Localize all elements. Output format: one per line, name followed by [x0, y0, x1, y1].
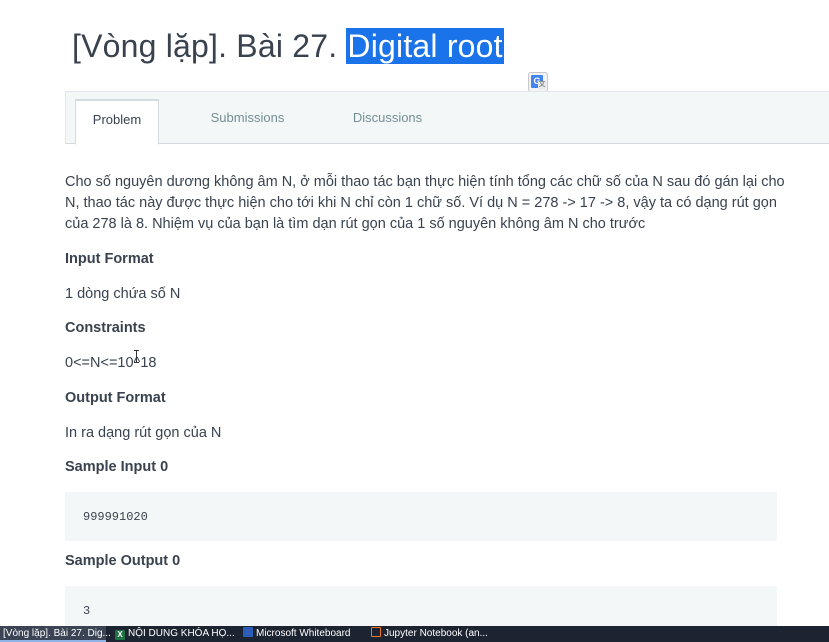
sample-output-box[interactable]: 3: [65, 586, 777, 626]
excel-icon: X: [115, 630, 125, 640]
whiteboard-icon: [243, 627, 253, 637]
page-title-highlight: Digital root: [346, 28, 504, 64]
taskbar-item-chrome[interactable]: [Vòng lặp]. Bài 27. Dig...: [0, 626, 111, 642]
problem-description: Cho số nguyên dương không âm N, ở mỗi th…: [65, 174, 785, 232]
tab-discussions[interactable]: Discussions: [340, 99, 435, 145]
constraints-text: 0<=N<=10^18: [65, 355, 157, 371]
taskbar-item-jupyter[interactable]: Jupyter Notebook (an...: [368, 626, 490, 642]
taskbar-item-label: Jupyter Notebook (an...: [384, 628, 488, 639]
input-format-heading: Input Format: [65, 251, 154, 267]
output-format-text: In ra dạng rút gọn của N: [65, 425, 222, 441]
tab-bar: [65, 91, 829, 144]
google-translate-icon[interactable]: G 文: [528, 72, 548, 92]
taskbar-item-excel[interactable]: X NỘI DUNG KHÓA HỌ...: [112, 626, 235, 642]
tab-submissions[interactable]: Submissions: [200, 99, 295, 145]
taskbar-item-label: NỘI DUNG KHÓA HỌ...: [128, 628, 235, 639]
taskbar: [Vòng lặp]. Bài 27. Dig... X NỘI DUNG KHÓ…: [0, 626, 829, 642]
input-format-text: 1 dòng chứa số N: [65, 286, 181, 302]
text-cursor-icon: [134, 350, 139, 363]
constraints-heading: Constraints: [65, 320, 146, 336]
jupyter-icon: [371, 627, 381, 637]
taskbar-item-whiteboard[interactable]: Microsoft Whiteboard: [240, 626, 362, 642]
taskbar-item-label: [Vòng lặp]. Bài 27. Dig...: [3, 628, 111, 639]
page-title-prefix: [Vòng lặp]. Bài 27.: [72, 28, 347, 64]
taskbar-item-label: Microsoft Whiteboard: [256, 628, 351, 639]
translate-zh-glyph: 文: [538, 81, 546, 89]
page-title: [Vòng lặp]. Bài 27. Digital root: [72, 28, 504, 65]
sample-output-heading: Sample Output 0: [65, 553, 181, 569]
output-format-heading: Output Format: [65, 390, 166, 406]
tab-problem[interactable]: Problem: [75, 99, 159, 145]
sample-output-value: 3: [83, 604, 91, 618]
sample-input-value: 999991020: [83, 510, 148, 524]
sample-input-box[interactable]: 999991020: [65, 492, 777, 541]
sample-input-heading: Sample Input 0: [65, 459, 169, 475]
